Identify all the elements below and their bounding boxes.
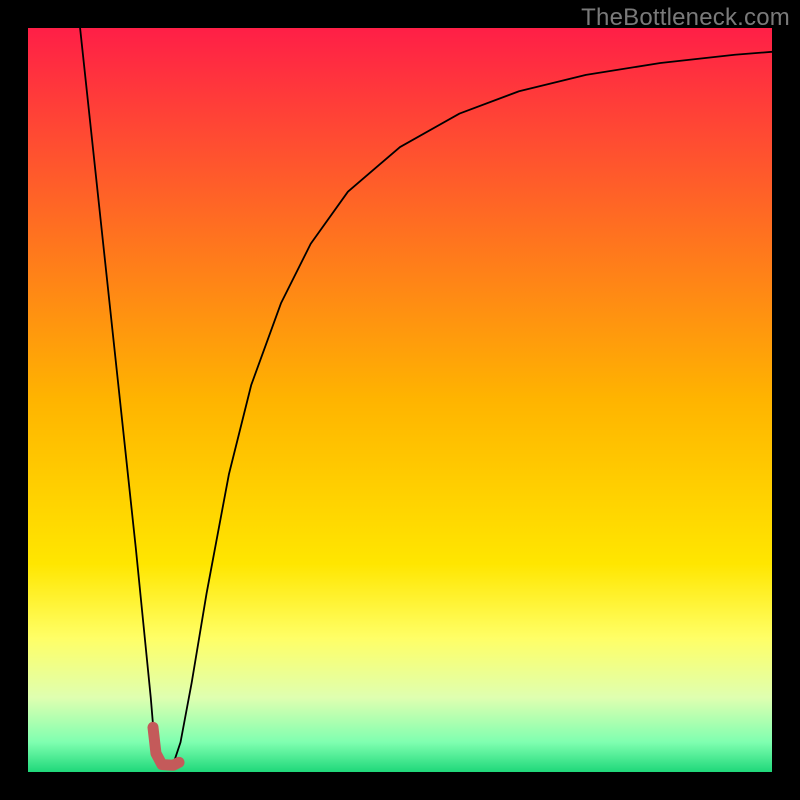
plot-area	[28, 28, 772, 772]
chart-frame: TheBottleneck.com	[0, 0, 800, 800]
watermark-text: TheBottleneck.com	[581, 4, 790, 32]
gradient-background	[28, 28, 772, 772]
chart-svg	[28, 28, 772, 772]
